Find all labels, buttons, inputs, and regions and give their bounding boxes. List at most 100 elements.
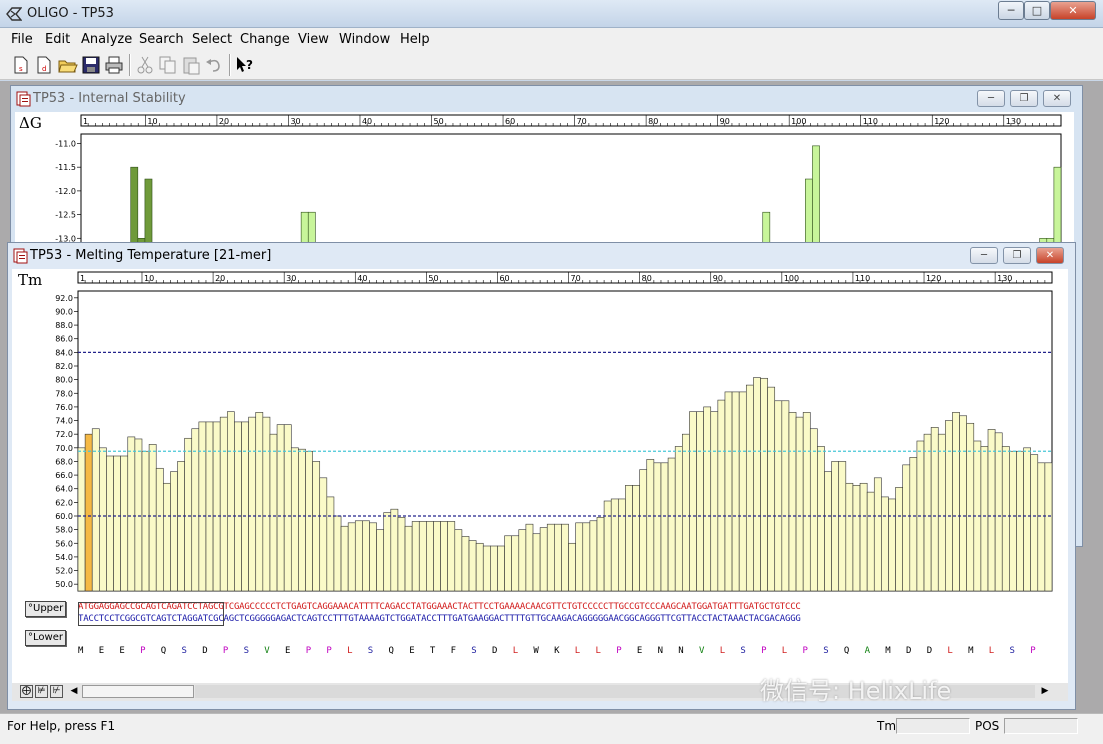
shrink-icon[interactable]: ⊭ [35,685,48,698]
tm-bar [987,429,996,592]
stability-minimize-button[interactable]: ─ [977,90,1005,107]
tm-ruler-label: 90 [713,274,723,283]
expand-icon[interactable]: ⊬ [50,685,63,698]
scroll-right-button[interactable]: ▶ [1038,685,1052,698]
menu-window[interactable]: Window [339,32,390,47]
tm-bar [155,467,164,592]
save-icon[interactable] [80,54,102,76]
amino-acid: W [533,646,539,656]
tm-bar [994,432,1003,592]
lower-limit-button[interactable]: °Lower [25,630,66,646]
tm-bar [582,522,591,592]
undo-icon[interactable] [203,54,225,76]
menu-search[interactable]: Search [139,32,184,47]
svg-text:?: ? [246,58,253,72]
scrollbar-thumb[interactable] [82,685,194,698]
amino-acid: P [326,646,332,656]
tm-y-tick-label: 84.0 [55,348,73,357]
tm-bar [290,447,299,592]
amino-acid: L [595,646,601,656]
stability-window-title: TP53 - Internal Stability [33,91,186,106]
tm-y-tick-label: 50.0 [55,580,73,589]
tm-bar [376,529,385,592]
tm-minimize-button[interactable]: ─ [970,247,998,264]
amino-acid: V [699,646,705,656]
menu-view[interactable]: View [298,32,329,47]
tm-bar [490,545,498,592]
amino-acid: L [347,646,353,656]
amino-acid: S [367,646,374,656]
amino-acid: S [471,646,477,656]
tm-close-button[interactable]: ✕ [1036,247,1064,264]
amino-acid: M [885,646,891,656]
tm-bar [440,521,448,592]
tm-bar [674,446,683,592]
tm-restore-button[interactable]: ❐ [1003,247,1031,264]
stab-ruler-label: 90 [720,117,730,126]
new-document-icon[interactable]: d [33,54,55,76]
tm-bar [731,391,740,592]
upper-limit-button[interactable]: °Upper [25,601,67,617]
tm-bar [347,522,356,592]
tm-bar [667,457,676,592]
svg-text:s: s [19,65,23,73]
tm-bar [809,428,818,592]
tm-bar [952,412,960,592]
context-help-icon[interactable]: ? [234,54,256,76]
stab-plot-frame [80,133,1062,242]
menu-help[interactable]: Help [400,32,430,47]
amino-acid: P [761,646,767,656]
tm-window-title-bar[interactable]: TP53 - Melting Temperature [21-mer] ─ ❐ … [8,243,1075,269]
minimize-button[interactable]: ─ [998,1,1024,20]
menu-select[interactable]: Select [192,32,232,47]
copy-icon[interactable] [157,54,179,76]
tm-bar [212,421,221,592]
stab-y-tick-label: -11.5 [55,163,76,172]
tm-bar [1023,447,1031,592]
stability-window-title-bar[interactable]: TP53 - Internal Stability ─ ❐ ✕ [11,86,1082,112]
tm-bar [902,464,911,592]
stab-bar [1053,166,1062,242]
tm-bar [177,461,185,592]
zoom-icon[interactable]: ⨁ [20,685,33,698]
stab-bar [300,211,309,242]
app-title-bar[interactable]: OLIGO - TP53 ─ □ ✕ [0,0,1103,28]
maximize-button[interactable]: □ [1024,1,1050,20]
cut-icon[interactable] [134,54,156,76]
tm-bar [802,412,811,592]
menu-file[interactable]: File [11,32,33,47]
tm-bar [966,422,975,592]
tm-bar [852,485,861,592]
tm-bar [696,411,704,592]
close-button[interactable]: ✕ [1050,1,1096,20]
tm-bar [475,542,484,592]
tm-bar [568,542,576,592]
stab-bar [144,178,153,242]
paste-icon[interactable] [180,54,202,76]
tm-status-label: Tm [877,719,897,733]
menu-change[interactable]: Change [240,32,290,47]
menu-analyze[interactable]: Analyze [81,32,132,47]
amino-acid-row: MEEPQSDPSVEPPLSQETFSDLWKLLPENNVLSPLPSQAM… [78,646,1052,658]
amino-acid: L [947,646,953,656]
menu-edit[interactable]: Edit [45,32,70,47]
status-help-text: For Help, press F1 [7,719,116,733]
scroll-left-button[interactable]: ◀ [67,685,81,698]
tm-status-field [896,718,970,734]
tm-bar [817,446,825,592]
stability-restore-button[interactable]: ❐ [1010,90,1038,107]
tm-ruler-label: 120 [926,274,941,283]
tm-window[interactable]: TP53 - Melting Temperature [21-mer] ─ ❐ … [7,242,1076,710]
open-folder-icon[interactable] [57,54,79,76]
amino-acid: L [781,646,788,656]
amino-acid: M [968,646,974,656]
sequence-panel[interactable]: ATGGAGGAGCCGCAGTCAGATCCTAGCGTCGAGCCCCCTC… [78,602,1052,626]
print-icon[interactable] [103,54,125,76]
tm-y-tick-label: 74.0 [55,417,73,426]
stability-close-button[interactable]: ✕ [1043,90,1071,107]
stab-y-tick-label: -13.0 [55,234,76,242]
tm-bar [923,433,932,592]
amino-acid: P [1030,646,1036,656]
amino-acid: Q [388,646,394,656]
new-file-icon[interactable]: s [10,54,32,76]
